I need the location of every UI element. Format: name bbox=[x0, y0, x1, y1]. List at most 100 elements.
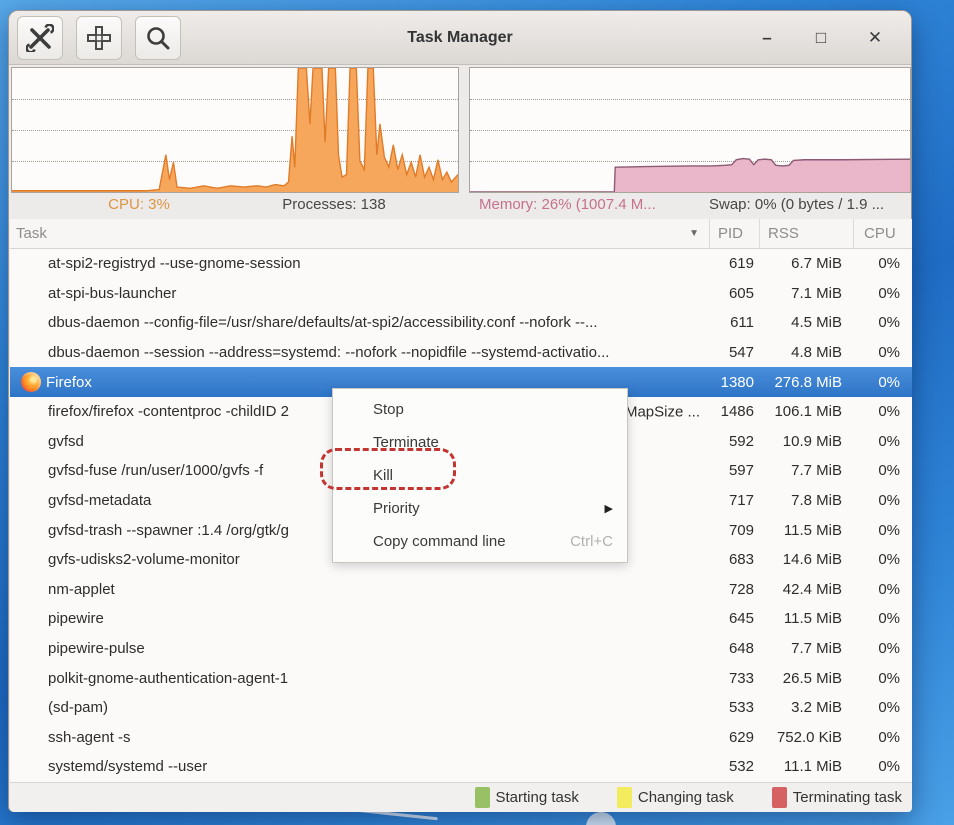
rss-value: 4.5 MiB bbox=[760, 314, 854, 331]
crosshair-icon bbox=[85, 24, 113, 52]
pid-value: 592 bbox=[710, 433, 760, 450]
pick-process-button[interactable] bbox=[76, 16, 122, 60]
firefox-icon bbox=[21, 372, 41, 392]
rss-value: 106.1 MiB bbox=[760, 403, 854, 420]
column-header-task[interactable]: Task ▼ bbox=[10, 219, 710, 248]
cpu-value: 0% bbox=[854, 433, 912, 450]
pid-value: 629 bbox=[710, 729, 760, 746]
rss-value: 11.5 MiB bbox=[760, 522, 854, 539]
cpu-usage-label: CPU: 3% bbox=[79, 196, 199, 213]
cpu-value: 0% bbox=[854, 551, 912, 568]
task-name: pipewire bbox=[10, 610, 710, 627]
cpu-value: 0% bbox=[854, 374, 912, 391]
menu-item-stop[interactable]: Stop bbox=[333, 393, 627, 426]
pid-value: 709 bbox=[710, 522, 760, 539]
table-row[interactable]: pipewire-pulse6487.7 MiB0% bbox=[10, 634, 912, 664]
rss-value: 7.7 MiB bbox=[760, 462, 854, 479]
swap-usage-label: Swap: 0% (0 bytes / 1.9 ... bbox=[709, 196, 884, 213]
pid-value: 547 bbox=[710, 344, 760, 361]
toolbar bbox=[17, 15, 181, 60]
pid-value: 733 bbox=[710, 670, 760, 687]
rss-value: 276.8 MiB bbox=[760, 374, 854, 391]
processes-label: Processes: 138 bbox=[229, 196, 439, 213]
rss-value: 752.0 KiB bbox=[760, 729, 854, 746]
rss-value: 7.8 MiB bbox=[760, 492, 854, 509]
minimize-icon[interactable]: – bbox=[757, 28, 777, 48]
legend-color-swatch bbox=[617, 787, 632, 808]
task-name: at-spi2-registryd --use-gnome-session bbox=[10, 255, 710, 272]
memory-graph bbox=[469, 67, 911, 193]
rss-value: 3.2 MiB bbox=[760, 699, 854, 716]
pid-value: 683 bbox=[710, 551, 760, 568]
legend-item: Starting task bbox=[475, 787, 579, 808]
menu-item-copy-command-line[interactable]: Copy command lineCtrl+C bbox=[333, 525, 627, 558]
rss-value: 11.1 MiB bbox=[760, 758, 854, 775]
desktop-background: Task Manager – □ ✕ CPU: 3% Processes: 13… bbox=[0, 0, 954, 825]
cpu-value: 0% bbox=[854, 758, 912, 775]
maximize-icon[interactable]: □ bbox=[811, 28, 831, 48]
table-row[interactable]: at-spi-bus-launcher6057.1 MiB0% bbox=[10, 279, 912, 309]
submenu-arrow-icon: ▶ bbox=[605, 502, 613, 515]
window-controls: – □ ✕ bbox=[757, 28, 911, 48]
titlebar[interactable]: Task Manager – □ ✕ bbox=[9, 11, 911, 65]
cpu-value: 0% bbox=[854, 314, 912, 331]
pid-value: 728 bbox=[710, 581, 760, 598]
status-bar: Starting task Changing task Terminating ta… bbox=[10, 782, 912, 812]
rss-value: 6.7 MiB bbox=[760, 255, 854, 272]
task-name: dbus-daemon --session --address=systemd:… bbox=[10, 344, 710, 361]
task-name: ssh-agent -s bbox=[10, 729, 710, 746]
legend-color-swatch bbox=[475, 787, 490, 808]
table-row[interactable]: (sd-pam)5333.2 MiB0% bbox=[10, 693, 912, 723]
cpu-value: 0% bbox=[854, 285, 912, 302]
task-name: at-spi-bus-launcher bbox=[10, 285, 710, 302]
rss-value: 7.7 MiB bbox=[760, 640, 854, 657]
table-header: Task ▼ PID RSS CPU bbox=[10, 219, 912, 249]
task-name: polkit-gnome-authentication-agent-1 bbox=[10, 670, 710, 687]
menu-item-priority[interactable]: Priority▶ bbox=[333, 492, 627, 525]
table-row[interactable]: pipewire64511.5 MiB0% bbox=[10, 604, 912, 634]
column-header-rss[interactable]: RSS bbox=[760, 219, 854, 248]
column-header-pid[interactable]: PID bbox=[710, 219, 760, 248]
cpu-value: 0% bbox=[854, 610, 912, 627]
cpu-value: 0% bbox=[854, 255, 912, 272]
table-row[interactable]: dbus-daemon --config-file=/usr/share/def… bbox=[10, 308, 912, 338]
table-row[interactable]: ssh-agent -s629752.0 KiB0% bbox=[10, 723, 912, 753]
search-button[interactable] bbox=[135, 16, 181, 60]
table-row[interactable]: dbus-daemon --session --address=systemd:… bbox=[10, 338, 912, 368]
table-row[interactable]: nm-applet72842.4 MiB0% bbox=[10, 575, 912, 605]
pid-value: 717 bbox=[710, 492, 760, 509]
sort-descending-icon: ▼ bbox=[689, 228, 699, 239]
rss-value: 42.4 MiB bbox=[760, 581, 854, 598]
legend-item: Terminating task bbox=[772, 787, 902, 808]
kill-highlight-annotation bbox=[320, 448, 456, 490]
cpu-value: 0% bbox=[854, 699, 912, 716]
task-name: (sd-pam) bbox=[10, 699, 710, 716]
cpu-graph bbox=[11, 67, 459, 193]
rss-value: 10.9 MiB bbox=[760, 433, 854, 450]
search-icon bbox=[144, 24, 172, 52]
table-row[interactable]: at-spi2-registryd --use-gnome-session619… bbox=[10, 249, 912, 279]
legend-item: Changing task bbox=[617, 787, 734, 808]
pid-value: 619 bbox=[710, 255, 760, 272]
rss-value: 7.1 MiB bbox=[760, 285, 854, 302]
cpu-value: 0% bbox=[854, 581, 912, 598]
wallpaper-dot bbox=[586, 812, 616, 825]
cpu-value: 0% bbox=[854, 462, 912, 479]
pid-value: 532 bbox=[710, 758, 760, 775]
cpu-value: 0% bbox=[854, 729, 912, 746]
task-name: dbus-daemon --config-file=/usr/share/def… bbox=[10, 314, 710, 331]
task-name-fragment: MapSize ... bbox=[625, 403, 700, 420]
table-row[interactable]: systemd/systemd --user53211.1 MiB0% bbox=[10, 752, 912, 782]
column-header-cpu[interactable]: CPU bbox=[854, 219, 912, 248]
settings-button[interactable] bbox=[17, 16, 63, 60]
pid-value: 1380 bbox=[710, 374, 760, 391]
cpu-value: 0% bbox=[854, 403, 912, 420]
pid-value: 597 bbox=[710, 462, 760, 479]
pid-value: 645 bbox=[710, 610, 760, 627]
table-row[interactable]: polkit-gnome-authentication-agent-173326… bbox=[10, 663, 912, 693]
menu-shortcut: Ctrl+C bbox=[570, 533, 613, 550]
close-icon[interactable]: ✕ bbox=[865, 28, 885, 48]
rss-value: 11.5 MiB bbox=[760, 610, 854, 627]
rss-value: 4.8 MiB bbox=[760, 344, 854, 361]
task-name: nm-applet bbox=[10, 581, 710, 598]
